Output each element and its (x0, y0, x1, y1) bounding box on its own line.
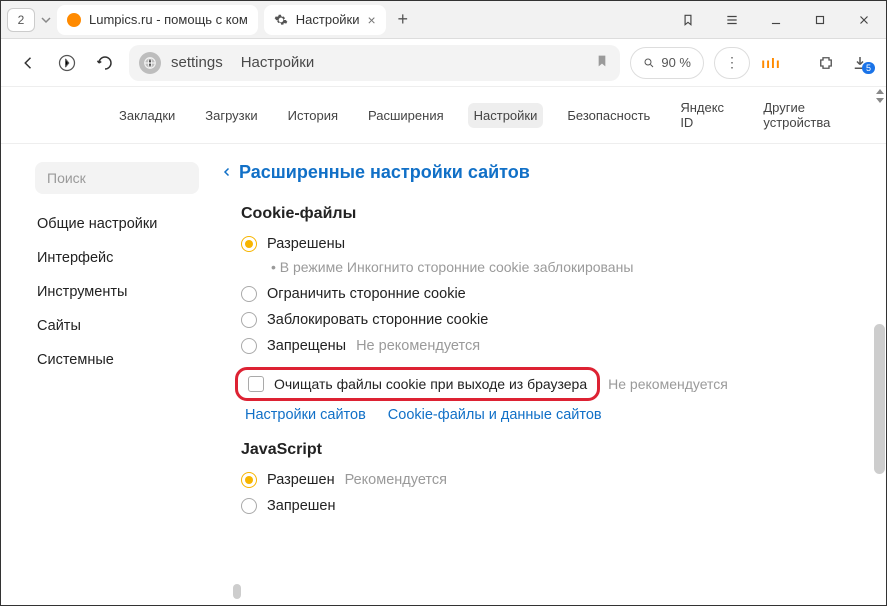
downloads-badge: 5 (862, 62, 875, 74)
bookmark-star-icon[interactable] (594, 53, 610, 73)
extensions-icon[interactable] (814, 54, 838, 72)
radio-cookies-allowed[interactable]: Разрешены (241, 233, 858, 255)
page-title-text: Расширенные настройки сайтов (239, 162, 530, 183)
settings-content: Расширенные настройки сайтов Cookie-файл… (211, 144, 886, 605)
nav-history[interactable]: История (282, 103, 344, 128)
site-info-icon[interactable] (139, 52, 161, 74)
cookie-links-row: Настройки сайтов Cookie-файлы и данные с… (245, 407, 858, 423)
link-cookie-data[interactable]: Cookie-файлы и данные сайтов (388, 407, 602, 423)
favicon-lumpics (67, 13, 81, 27)
radio-icon (241, 236, 257, 252)
radio-label: Запрещены (267, 338, 346, 354)
downloads-button[interactable]: 5 (848, 54, 872, 72)
nav-other-devices[interactable]: Другие устройства (757, 95, 868, 135)
radio-cookies-deny[interactable]: Запрещены Не рекомендуется (241, 335, 858, 357)
highlight-box: Очищать файлы cookie при выходе из брауз… (235, 367, 600, 401)
tab-settings[interactable]: Настройки × (264, 5, 386, 35)
close-window-button[interactable] (842, 1, 886, 39)
radio-hint: Не рекомендуется (356, 338, 480, 354)
sidebar-item-general[interactable]: Общие настройки (35, 210, 199, 238)
radio-icon (241, 498, 257, 514)
settings-top-nav: Закладки Загрузки История Расширения Нас… (1, 87, 886, 144)
radio-cookies-block[interactable]: Заблокировать сторонние cookie (241, 309, 858, 331)
radio-label: Заблокировать сторонние cookie (267, 312, 488, 328)
radio-icon (241, 312, 257, 328)
checkbox-clear-on-exit[interactable] (248, 376, 264, 392)
radio-icon (241, 338, 257, 354)
checkbox-hint: Не рекомендуется (608, 376, 728, 392)
settings-search-input[interactable]: Поиск (35, 162, 199, 194)
content-scrollbar[interactable] (874, 324, 885, 474)
sidebar-item-sites[interactable]: Сайты (35, 312, 199, 340)
back-chevron-icon[interactable] (221, 162, 233, 183)
address-text: settings Настройки (171, 54, 314, 71)
new-tab-button[interactable]: + (390, 7, 416, 33)
sidebar-item-system[interactable]: Системные (35, 346, 199, 374)
minimize-button[interactable] (754, 1, 798, 39)
favicon-settings-gear-icon (274, 13, 288, 27)
radio-js-allowed[interactable]: Разрешен Рекомендуется (241, 469, 858, 491)
tab-label: Настройки (296, 12, 360, 27)
tab-strip: 2 Lumpics.ru - помощь с ком Настройки × … (1, 1, 886, 39)
yandex-logo-icon[interactable] (53, 49, 81, 77)
tab-lumpics[interactable]: Lumpics.ru - помощь с ком (57, 5, 258, 35)
clear-on-exit-row: Очищать файлы cookie при выходе из брауз… (235, 367, 858, 401)
radio-cookies-limit[interactable]: Ограничить сторонние cookie (241, 283, 858, 305)
radio-label: Разрешены (267, 236, 345, 252)
reload-button[interactable] (91, 49, 119, 77)
nav-downloads[interactable]: Загрузки (199, 103, 263, 128)
link-site-settings[interactable]: Настройки сайтов (245, 407, 366, 423)
radio-label: Разрешен (267, 472, 335, 488)
tab-label: Lumpics.ru - помощь с ком (89, 12, 248, 27)
sidebar-scrollbar[interactable] (233, 584, 241, 599)
scroll-handle-icon (876, 89, 884, 103)
addr-title: Настройки (241, 54, 315, 71)
sidebar-item-interface[interactable]: Интерфейс (35, 244, 199, 272)
tab-list-chevron[interactable] (41, 15, 51, 25)
close-tab-icon[interactable]: × (368, 13, 376, 27)
nav-yandex-id[interactable]: Яндекс ID (674, 95, 739, 135)
settings-body: Поиск Общие настройки Интерфейс Инструме… (1, 144, 886, 605)
address-field[interactable]: settings Настройки (129, 45, 620, 81)
zoom-indicator[interactable]: 90 % (630, 47, 704, 79)
zoom-value: 90 % (661, 55, 691, 70)
main-menu-icon[interactable] (710, 1, 754, 39)
addr-host: settings (171, 54, 223, 71)
checkbox-label[interactable]: Очищать файлы cookie при выходе из брауз… (274, 376, 587, 392)
settings-sidebar: Поиск Общие настройки Интерфейс Инструме… (1, 144, 211, 605)
maximize-button[interactable] (798, 1, 842, 39)
tab-count-badge[interactable]: 2 (7, 8, 35, 32)
page-actions-menu[interactable]: ⋮ (714, 47, 750, 79)
incognito-note: • В режиме Инкогнито сторонние cookie за… (271, 259, 858, 275)
titlebar-controls (666, 1, 886, 39)
nav-settings[interactable]: Настройки (468, 103, 544, 128)
page-title[interactable]: Расширенные настройки сайтов (221, 162, 858, 183)
radio-hint: Рекомендуется (345, 472, 447, 488)
sidebar-item-tools[interactable]: Инструменты (35, 278, 199, 306)
radio-js-denied[interactable]: Запрешен (241, 495, 858, 517)
back-button[interactable] (15, 49, 43, 77)
nav-bookmarks[interactable]: Закладки (113, 103, 181, 128)
section-heading-js: JavaScript (241, 441, 858, 459)
radio-icon (241, 286, 257, 302)
radio-icon (241, 472, 257, 488)
alice-button[interactable]: ıılı (760, 55, 782, 71)
bookmarks-icon[interactable] (666, 1, 710, 39)
address-bar: settings Настройки 90 % ⋮ ıılı 5 (1, 39, 886, 87)
radio-label: Ограничить сторонние cookie (267, 286, 466, 302)
radio-label: Запрешен (267, 498, 336, 514)
section-heading-cookies: Cookie-файлы (241, 205, 858, 223)
nav-extensions[interactable]: Расширения (362, 103, 450, 128)
nav-security[interactable]: Безопасность (561, 103, 656, 128)
browser-window: 2 Lumpics.ru - помощь с ком Настройки × … (0, 0, 887, 606)
